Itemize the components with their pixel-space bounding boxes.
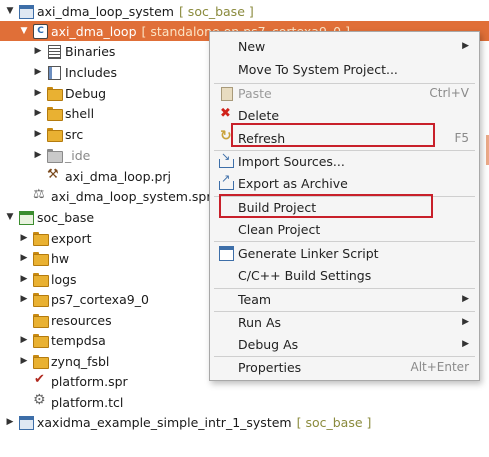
expand-twisty-icon[interactable]: ▶ <box>18 356 30 366</box>
paste-icon <box>218 86 234 101</box>
expand-twisty-icon[interactable]: ▼ <box>18 26 30 36</box>
menu-item-team[interactable]: Team ▶ <box>210 288 479 310</box>
tree-item-annotation: [ soc_base ] <box>296 414 372 430</box>
expand-twisty-icon[interactable]: ▼ <box>4 212 16 222</box>
submenu-arrow-icon: ▶ <box>462 317 469 327</box>
system-project-icon <box>18 4 34 19</box>
expand-twisty-icon[interactable]: ▶ <box>32 46 44 56</box>
folder-icon <box>46 148 63 163</box>
menu-item-move-to-system-project[interactable]: Move To System Project... <box>210 58 479 80</box>
folder-icon <box>46 86 63 101</box>
tree-item-label: resources <box>51 312 112 328</box>
system-project-icon <box>18 415 34 430</box>
submenu-arrow-icon: ▶ <box>462 339 469 349</box>
expand-twisty-icon[interactable]: ▶ <box>18 274 30 284</box>
folder-icon <box>32 251 49 266</box>
tcl-file-icon <box>32 392 48 409</box>
export-icon <box>218 172 234 190</box>
expand-twisty-icon[interactable]: ▶ <box>18 294 30 304</box>
menu-item-paste[interactable]: Paste Ctrl+V <box>210 82 479 104</box>
import-icon <box>218 150 234 168</box>
build-project-highlight-box <box>219 194 433 218</box>
folder-icon <box>46 106 63 121</box>
tree-item-label: shell <box>65 105 95 121</box>
platform-project-icon <box>18 210 34 225</box>
tree-item-label: tempdsa <box>51 332 106 348</box>
tree-item-label: _ide <box>65 147 91 163</box>
tree-item-xaxidma-example-system[interactable]: ▶ xaxidma_example_simple_intr_1_system [… <box>0 412 489 432</box>
tree-item-label: soc_base <box>37 209 95 225</box>
refresh-highlight-box <box>231 123 435 147</box>
menu-item-run-as[interactable]: Run As ▶ <box>210 311 479 333</box>
tree-item-label: axi_dma_loop_system.sprj <box>51 188 215 204</box>
expand-twisty-icon[interactable]: ▶ <box>18 253 30 263</box>
menu-item-export-as-archive[interactable]: Export as Archive <box>210 172 479 194</box>
linker-script-icon <box>218 246 234 261</box>
submenu-arrow-icon: ▶ <box>462 294 469 304</box>
tree-item-label: Includes <box>65 64 118 80</box>
app-project-icon <box>32 24 48 39</box>
tree-item-label: zynq_fsbl <box>51 353 110 369</box>
tree-item-label: src <box>65 126 84 142</box>
tree-item-label: ps7_cortexa9_0 <box>51 291 149 307</box>
expand-twisty-icon[interactable]: ▶ <box>18 335 30 345</box>
tree-item-label: export <box>51 230 92 246</box>
menu-item-debug-as[interactable]: Debug As ▶ <box>210 333 479 355</box>
tree-item-label: axi_dma_loop <box>51 23 137 39</box>
spr-file-icon <box>32 372 48 388</box>
folder-icon <box>32 292 49 307</box>
tree-item-label: hw <box>51 250 70 266</box>
tree-item-annotation: [ soc_base ] <box>178 3 254 19</box>
tree-item-label: xaxidma_example_simple_intr_1_system <box>37 414 292 430</box>
expand-twisty-icon[interactable]: ▶ <box>32 150 44 160</box>
folder-icon <box>32 354 49 369</box>
expand-twisty-icon[interactable]: ▶ <box>32 129 44 139</box>
includes-icon <box>46 65 62 80</box>
menu-item-build-settings[interactable]: C/C++ Build Settings <box>210 264 479 286</box>
folder-icon <box>32 313 49 328</box>
tree-item-label: Debug <box>65 85 107 101</box>
source-folder-icon <box>46 127 63 142</box>
expand-twisty-icon[interactable]: ▶ <box>32 67 44 77</box>
tree-item-label: axi_dma_loop_system <box>37 3 174 19</box>
tree-item-label: Binaries <box>65 43 116 59</box>
binaries-icon <box>46 44 62 59</box>
tree-item-label: logs <box>51 271 77 287</box>
expand-twisty-icon[interactable]: ▼ <box>4 6 16 16</box>
tree-item-axi-dma-loop-system[interactable]: ▼ axi_dma_loop_system [ soc_base ] <box>0 1 489 21</box>
menu-item-import-sources[interactable]: Import Sources... <box>210 150 479 172</box>
expand-twisty-icon[interactable]: ▶ <box>32 88 44 98</box>
expand-twisty-icon[interactable]: ▶ <box>18 233 30 243</box>
menu-item-clean-project[interactable]: Clean Project <box>210 218 479 240</box>
tree-item-label: axi_dma_loop.prj <box>65 168 172 184</box>
sprj-file-icon <box>32 187 48 203</box>
menu-item-generate-linker-script[interactable]: Generate Linker Script <box>210 242 479 264</box>
folder-icon <box>32 333 49 348</box>
tree-item-platform-tcl[interactable]: platform.tcl <box>0 392 489 412</box>
prj-file-icon <box>46 167 62 183</box>
submenu-arrow-icon: ▶ <box>462 41 469 51</box>
expand-twisty-icon[interactable]: ▶ <box>4 417 16 427</box>
tree-item-label: platform.spr <box>51 373 128 389</box>
delete-icon <box>218 106 234 122</box>
folder-icon <box>32 231 49 246</box>
expand-twisty-icon[interactable]: ▶ <box>32 108 44 118</box>
folder-icon <box>32 272 49 287</box>
tree-item-label: platform.tcl <box>51 394 124 410</box>
menu-item-properties[interactable]: Properties Alt+Enter <box>210 356 479 378</box>
menu-item-new[interactable]: New ▶ <box>210 35 479 57</box>
